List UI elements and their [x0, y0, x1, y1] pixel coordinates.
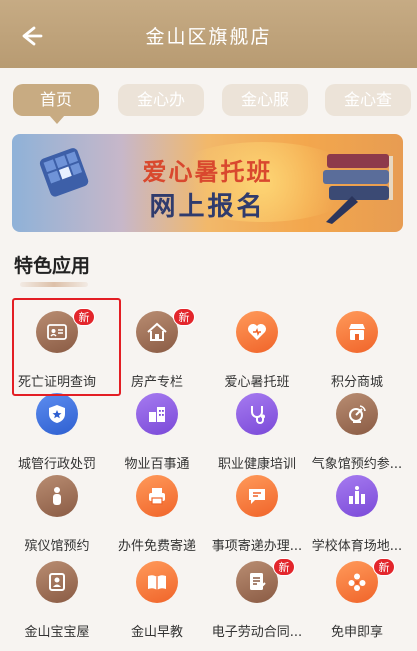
section-title: 特色应用 — [14, 255, 91, 277]
tab-bar: 首页 金心办 金心服 金心查 — [0, 84, 417, 124]
buildings-icon — [136, 393, 178, 435]
tab-jinxinban[interactable]: 金心办 — [118, 84, 204, 116]
app-label: 金山宝宝屋 — [24, 625, 90, 640]
app-label: 电子劳动合同... — [211, 625, 303, 640]
app-tile[interactable]: 殡仪馆预约 — [7, 475, 107, 555]
app-label: 事项寄递办理... — [211, 539, 303, 554]
new-badge: 新 — [73, 308, 95, 326]
person-icon — [36, 475, 78, 517]
promo-banner[interactable]: 爱心暑托班 网上报名 — [12, 134, 403, 232]
app-tile[interactable]: 职业健康培训 — [207, 393, 307, 473]
app-label: 死亡证明查询 — [17, 375, 96, 390]
app-tile[interactable]: 办件免费寄递 — [107, 475, 207, 555]
app-tile[interactable]: 物业百事通 — [107, 393, 207, 473]
app-label: 办件免费寄递 — [117, 539, 196, 554]
new-badge: 新 — [273, 558, 295, 576]
app-label: 职业健康培训 — [217, 457, 296, 472]
page-title: 金山区旗舰店 — [145, 26, 272, 48]
app-label: 物业百事通 — [124, 457, 190, 472]
app-tile[interactable]: 城管行政处罚 — [7, 393, 107, 473]
tab-jinxinfu[interactable]: 金心服 — [222, 84, 308, 116]
app-tile[interactable]: 爱心暑托班 — [207, 311, 307, 391]
app-label: 学校体育场地... — [311, 539, 403, 554]
app-label: 积分商城 — [330, 375, 383, 390]
app-tile[interactable]: 新房产专栏 — [107, 308, 207, 391]
certificate-icon — [36, 311, 78, 353]
printer-icon — [136, 475, 178, 517]
flower-icon — [336, 561, 378, 603]
app-label: 免申即享 — [330, 625, 383, 640]
app-label: 爱心暑托班 — [224, 375, 290, 390]
app-tile[interactable]: 金山宝宝屋 — [7, 561, 107, 641]
app-tile[interactable]: 新死亡证明查询 — [7, 308, 107, 391]
app-tile[interactable]: 金山早教 — [107, 561, 207, 641]
message-icon — [236, 475, 278, 517]
heart-icon — [236, 311, 278, 353]
app-tile[interactable]: 事项寄递办理... — [207, 475, 307, 555]
stadium-icon — [336, 475, 378, 517]
satellite-icon — [336, 393, 378, 435]
app-tile[interactable]: 气象馆预约参... — [307, 393, 407, 473]
app-tile[interactable]: 新免申即享 — [307, 558, 407, 641]
app-label: 城管行政处罚 — [17, 457, 96, 472]
app-label: 气象馆预约参... — [311, 457, 403, 472]
app-header: 金山区旗舰店 — [0, 0, 417, 68]
app-tile[interactable]: 学校体育场地... — [307, 475, 407, 555]
tab-jinxincha[interactable]: 金心查 — [325, 84, 411, 116]
banner-subheadline: 网上报名 — [149, 192, 266, 222]
section-underline — [20, 282, 88, 287]
app-tile[interactable]: 积分商城 — [307, 311, 407, 391]
new-badge: 新 — [173, 308, 195, 326]
book-icon — [136, 561, 178, 603]
shield-star-icon — [36, 393, 78, 435]
stethoscope-icon — [236, 393, 278, 435]
app-label: 殡仪馆预约 — [24, 539, 90, 554]
tab-home[interactable]: 首页 — [13, 84, 99, 124]
baby-house-icon — [36, 561, 78, 603]
new-badge: 新 — [373, 558, 395, 576]
app-tile[interactable]: 新电子劳动合同... — [207, 558, 307, 641]
contract-icon — [236, 561, 278, 603]
app-label: 金山早教 — [130, 625, 183, 640]
house-icon — [136, 311, 178, 353]
shop-icon — [336, 311, 378, 353]
app-label: 房产专栏 — [130, 375, 183, 390]
banner-headline: 爱心暑托班 — [142, 158, 273, 186]
